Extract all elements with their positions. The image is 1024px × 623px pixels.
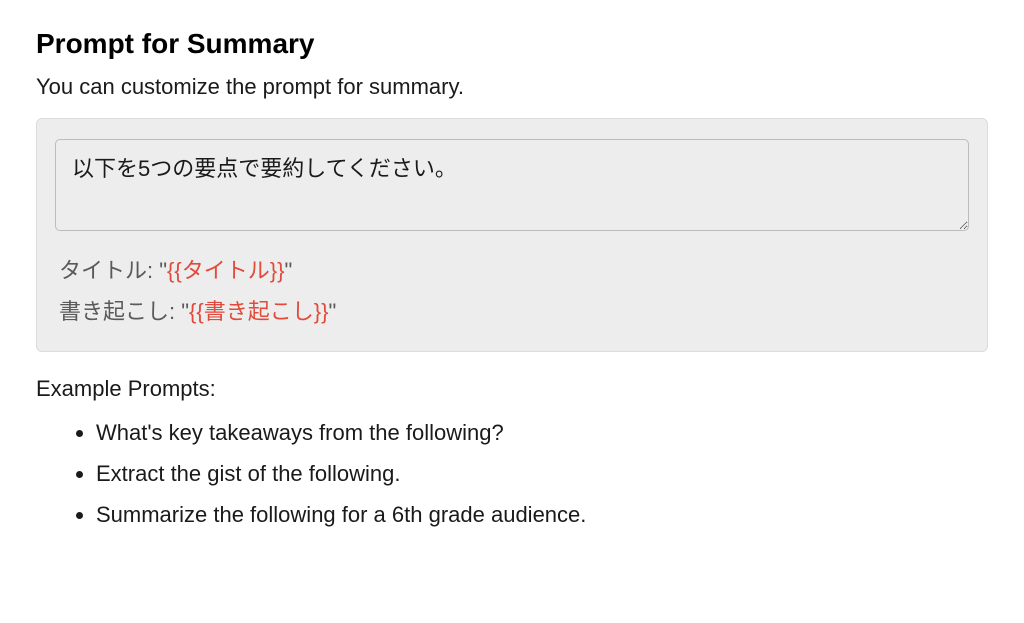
- template-line-title: タイトル: "{{タイトル}}": [59, 250, 969, 292]
- template-placeholder-transcript: {{書き起こし}}: [189, 299, 328, 324]
- example-item: What's key takeaways from the following?: [96, 418, 988, 449]
- prompt-panel: タイトル: "{{タイトル}}" 書き起こし: "{{書き起こし}}": [36, 118, 988, 352]
- template-line-transcript: 書き起こし: "{{書き起こし}}": [59, 291, 969, 333]
- section-description: You can customize the prompt for summary…: [36, 74, 988, 100]
- examples-list: What's key takeaways from the following?…: [36, 418, 988, 530]
- template-placeholder-title: {{タイトル}}: [167, 258, 284, 283]
- example-item: Extract the gist of the following.: [96, 459, 988, 490]
- template-quote-close: ": [328, 299, 336, 324]
- template-quote-open: ": [159, 258, 167, 283]
- template-preview: タイトル: "{{タイトル}}" 書き起こし: "{{書き起こし}}": [55, 250, 969, 334]
- template-quote-open: ": [181, 299, 189, 324]
- template-quote-close: ": [284, 258, 292, 283]
- template-label: タイトル:: [59, 258, 159, 283]
- example-item: Summarize the following for a 6th grade …: [96, 500, 988, 531]
- summary-prompt-input[interactable]: [55, 139, 969, 231]
- template-label: 書き起こし:: [59, 299, 181, 324]
- examples-heading: Example Prompts:: [36, 376, 988, 402]
- section-title: Prompt for Summary: [36, 28, 988, 60]
